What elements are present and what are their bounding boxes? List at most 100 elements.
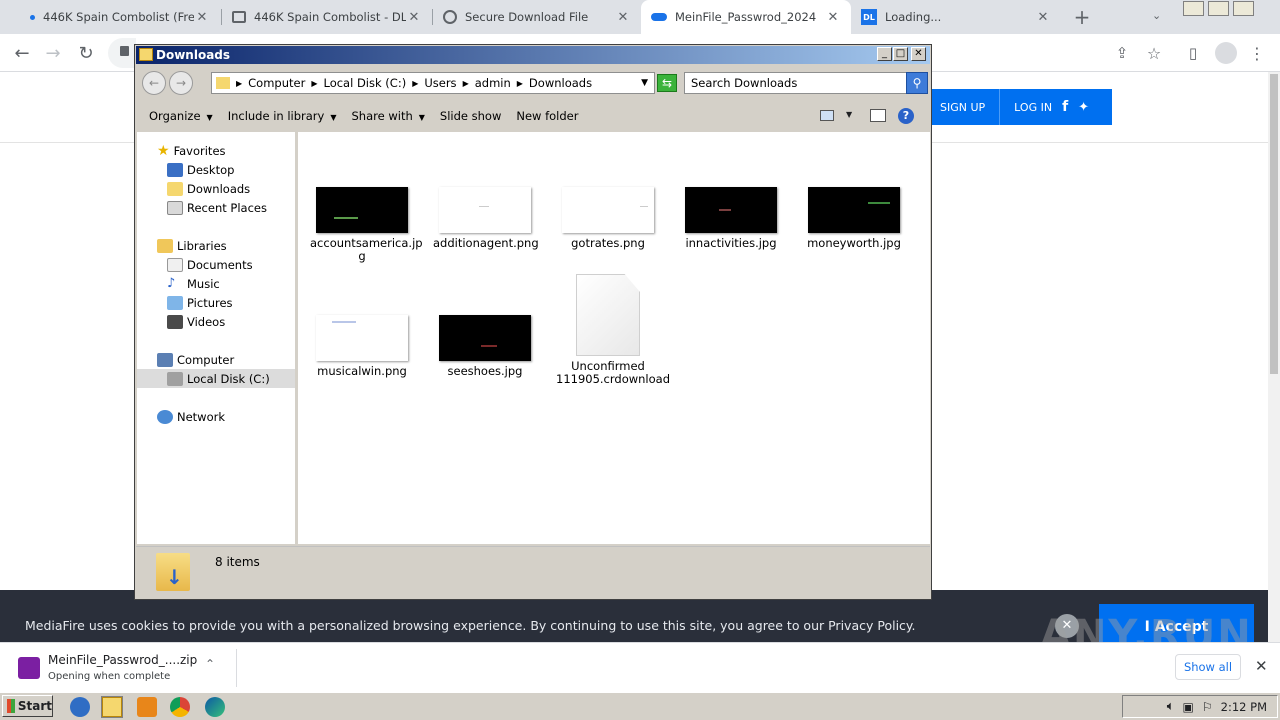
file-item[interactable]: accountsamerica.jp g: [310, 187, 423, 263]
explorer-taskbar-icon[interactable]: [101, 696, 123, 718]
breadcrumb-computer[interactable]: Computer: [248, 76, 305, 90]
help-icon[interactable]: ?: [898, 108, 914, 124]
media-player-icon[interactable]: [137, 697, 157, 717]
search-input[interactable]: Search Downloads: [684, 72, 908, 94]
minimize-button[interactable]: _: [877, 47, 892, 61]
tab-5[interactable]: DL Loading... ✕: [851, 0, 1061, 34]
facebook-icon[interactable]: f: [1062, 99, 1068, 115]
file-item[interactable]: Unconfirmed 111905.crdownload: [556, 274, 670, 386]
new-tab-button[interactable]: +: [1070, 6, 1094, 28]
start-button[interactable]: Start: [2, 695, 53, 717]
tab-search-chevron-icon[interactable]: ⌄: [1152, 9, 1161, 22]
scrollbar-thumb[interactable]: [1270, 74, 1278, 374]
image-icon: [232, 11, 246, 23]
file-item[interactable]: moneyworth.jpg: [802, 187, 906, 250]
ie-icon[interactable]: [70, 697, 90, 717]
tab-close-icon[interactable]: ✕: [615, 10, 631, 25]
show-all-button[interactable]: Show all: [1175, 654, 1241, 680]
search-icon[interactable]: ⚲: [906, 72, 928, 94]
breadcrumb[interactable]: ▶ Computer ▶ Local Disk (C:) ▶ Users ▶ a…: [211, 72, 655, 94]
maximize-button[interactable]: □: [893, 47, 908, 61]
tab-1[interactable]: 446K Spain Combolist (Free Do ✕: [20, 0, 220, 34]
tab-close-icon[interactable]: ✕: [406, 10, 422, 25]
chrome-icon[interactable]: [170, 697, 190, 717]
back-arrow-icon[interactable]: ←: [7, 34, 37, 72]
nav-recent-places[interactable]: Recent Places: [137, 198, 295, 217]
download-options-chevron-icon[interactable]: ⌃: [205, 657, 215, 671]
tab-close-icon[interactable]: ✕: [825, 10, 841, 25]
zip-file-icon: [18, 657, 40, 679]
nav-favorites[interactable]: ★ Favorites: [137, 141, 295, 160]
tab-4-active[interactable]: MeinFile_Passwrod_2024 ✕: [641, 0, 851, 34]
nav-libraries[interactable]: Libraries: [137, 236, 295, 255]
login-link[interactable]: LOG IN: [1000, 101, 1062, 114]
cookie-text: MediaFire uses cookies to provide you wi…: [25, 618, 916, 633]
nav-pictures[interactable]: Pictures: [137, 293, 295, 312]
browser-close-button[interactable]: [1233, 1, 1254, 16]
nav-videos[interactable]: Videos: [137, 312, 295, 331]
nav-local-disk[interactable]: Local Disk (C:): [137, 369, 295, 388]
organize-menu[interactable]: Organize ▼: [149, 109, 213, 123]
breadcrumb-downloads[interactable]: Downloads: [529, 76, 592, 90]
preview-pane-icon[interactable]: [870, 109, 886, 122]
close-button[interactable]: ✕: [911, 47, 926, 61]
twitter-icon[interactable]: ✦: [1078, 100, 1089, 115]
download-status: Opening when complete: [48, 671, 171, 682]
breadcrumb-admin[interactable]: admin: [475, 76, 511, 90]
tab-close-icon[interactable]: ✕: [1035, 10, 1051, 25]
command-bar: Organize ▼ Include in library ▼ Share with…: [136, 100, 930, 132]
side-panel-icon[interactable]: ▯: [1178, 34, 1208, 72]
refresh-icon[interactable]: ⇆: [657, 74, 677, 92]
nav-computer[interactable]: Computer: [137, 350, 295, 369]
back-icon[interactable]: ←: [142, 71, 166, 95]
file-item[interactable]: additionagent.png: [433, 187, 539, 250]
nav-documents[interactable]: Documents: [137, 255, 295, 274]
signup-link[interactable]: SIGN UP: [930, 101, 999, 114]
browser-minimize-button[interactable]: [1183, 1, 1204, 16]
tab-close-icon[interactable]: ✕: [194, 10, 210, 25]
flag-icon[interactable]: ⚐: [1202, 700, 1213, 714]
new-folder-button[interactable]: New folder: [516, 109, 578, 123]
system-tray: 🔈︎ ▣ ⚐ 2:12 PM: [1122, 695, 1278, 718]
include-in-library-menu[interactable]: Include in library ▼: [228, 109, 337, 123]
tab-3[interactable]: Secure Download File ✕: [433, 0, 641, 34]
window-title: Downloads: [156, 48, 231, 62]
file-item[interactable]: musicalwin.png: [310, 315, 414, 378]
file-item[interactable]: innactivities.jpg: [679, 187, 783, 250]
dl-icon: DL: [861, 9, 877, 25]
close-download-bar-icon[interactable]: ✕: [1255, 657, 1268, 675]
file-item[interactable]: gotrates.png: [556, 187, 660, 250]
address-dropdown-icon[interactable]: ▼: [641, 78, 648, 88]
image-thumbnail: [562, 187, 654, 233]
browser-restore-button[interactable]: [1208, 1, 1229, 16]
tab-title: Secure Download File: [465, 10, 589, 24]
explorer-title-bar[interactable]: Downloads: [136, 46, 930, 64]
view-dropdown-icon[interactable]: ▼: [846, 110, 852, 119]
profile-avatar-icon[interactable]: [1215, 42, 1237, 64]
tab-2[interactable]: 446K Spain Combolist - DLUplo ✕: [222, 0, 432, 34]
breadcrumb-users[interactable]: Users: [424, 76, 456, 90]
nav-desktop[interactable]: Desktop: [137, 160, 295, 179]
share-with-menu[interactable]: Share with ▼: [352, 109, 425, 123]
forward-arrow-icon[interactable]: →: [38, 34, 68, 72]
file-item[interactable]: seeshoes.jpg: [433, 315, 537, 378]
auth-buttons: SIGN UP LOG IN f ✦: [930, 89, 1112, 125]
download-filename[interactable]: MeinFile_Passwrod_....zip: [48, 653, 197, 667]
share-icon[interactable]: ⇪: [1107, 34, 1137, 72]
nav-downloads[interactable]: Downloads: [137, 179, 295, 198]
slide-show-button[interactable]: Slide show: [440, 109, 501, 123]
bookmark-star-icon[interactable]: ☆: [1139, 34, 1169, 72]
menu-kebab-icon[interactable]: ⋮: [1242, 34, 1272, 72]
download-arrow-icon: ↓: [166, 565, 183, 589]
downloads-folder-icon: [167, 181, 183, 196]
clock[interactable]: 2:12 PM: [1221, 700, 1267, 714]
nav-network[interactable]: Network: [137, 407, 295, 426]
view-options-icon[interactable]: [820, 110, 834, 121]
breadcrumb-local-disk[interactable]: Local Disk (C:): [323, 76, 406, 90]
edge-icon[interactable]: [205, 697, 225, 717]
volume-icon[interactable]: 🔈︎: [1167, 699, 1175, 714]
network-tray-icon[interactable]: ▣: [1183, 700, 1194, 714]
forward-icon[interactable]: →: [169, 71, 193, 95]
nav-music[interactable]: ♪ Music: [137, 274, 295, 293]
reload-icon[interactable]: ↻: [71, 34, 101, 72]
